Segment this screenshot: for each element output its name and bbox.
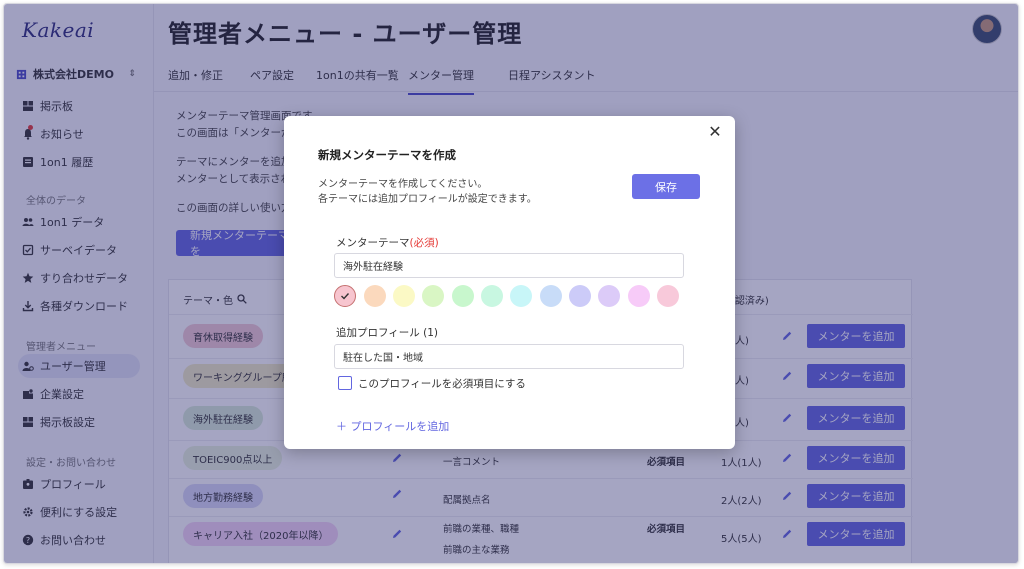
required-checkbox[interactable] [338,376,352,390]
save-button[interactable]: 保存 [632,174,700,199]
color-swatch[interactable] [452,285,474,307]
color-swatch[interactable] [569,285,591,307]
color-swatch[interactable] [510,285,532,307]
required-checkbox-label[interactable]: このプロフィールを必須項目にする [358,376,526,391]
check-icon [341,293,350,300]
profile-field-label: 追加プロフィール (1) [336,327,439,339]
color-swatch[interactable] [540,285,562,307]
color-swatch[interactable] [657,285,679,307]
dialog-description: 各テーマには追加プロフィールが設定できます。 [318,194,537,205]
theme-field-label: メンターテーマ(必須) [336,235,439,250]
color-swatch[interactable] [481,285,503,307]
theme-name-input[interactable]: 海外駐在経験 [334,253,684,278]
dialog-title: 新規メンターテーマを作成 [318,148,456,162]
create-mentor-theme-dialog: ✕ 新規メンターテーマを作成 メンターテーマを作成してください。 各テーマには追… [284,116,735,449]
color-swatch[interactable] [393,285,415,307]
add-profile-link[interactable]: ＋ プロフィールを追加 [336,418,449,434]
color-swatch-selected[interactable] [334,285,356,307]
color-swatch[interactable] [628,285,650,307]
color-swatch[interactable] [422,285,444,307]
theme-label-text: メンターテーマ [336,237,410,249]
color-swatch[interactable] [598,285,620,307]
profile-name-input[interactable]: 駐在した国・地域 [334,344,684,369]
dialog-description: メンターテーマを作成してください。 [318,179,488,190]
color-swatch[interactable] [364,285,386,307]
required-mark: (必須) [409,237,439,249]
close-icon[interactable]: ✕ [707,124,723,140]
